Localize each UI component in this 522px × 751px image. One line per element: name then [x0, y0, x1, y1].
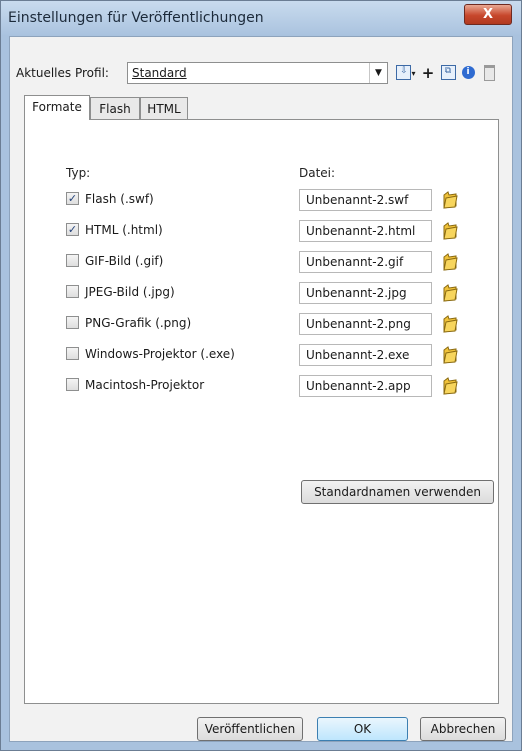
file-name-input[interactable]: Unbenannt-2.png: [299, 313, 432, 335]
format-label: Macintosh-Projektor: [85, 378, 205, 392]
format-label: JPEG-Bild (.jpg): [85, 285, 175, 299]
trash-icon[interactable]: [479, 62, 499, 84]
cancel-button[interactable]: Abbrechen: [420, 717, 506, 741]
format-row: Macintosh-Projektor Unbenannt-2.app: [66, 375, 506, 397]
title-bar: Einstellungen für Veröffentlichungen X: [1, 1, 521, 35]
publish-button[interactable]: Veröffentlichen: [197, 717, 303, 741]
file-name-input[interactable]: Unbenannt-2.jpg: [299, 282, 432, 304]
profile-label: Aktuelles Profil:: [16, 66, 109, 80]
format-label: GIF-Bild (.gif): [85, 254, 164, 268]
duplicate-profile-icon[interactable]: ⧉: [438, 62, 458, 84]
close-button[interactable]: X: [464, 4, 512, 25]
file-name-input[interactable]: Unbenannt-2.app: [299, 375, 432, 397]
tab-formate[interactable]: Formate: [24, 95, 90, 120]
format-label: Flash (.swf): [85, 192, 154, 206]
use-default-names-button[interactable]: Standardnamen verwenden: [301, 480, 494, 504]
format-row: Windows-Projektor (.exe) Unbenannt-2.exe: [66, 344, 506, 366]
format-label: HTML (.html): [85, 223, 163, 237]
info-icon[interactable]: i: [458, 62, 478, 84]
tab-flash[interactable]: Flash: [90, 97, 140, 119]
format-checkbox[interactable]: [66, 347, 79, 360]
format-row: JPEG-Bild (.jpg) Unbenannt-2.jpg: [66, 282, 506, 304]
file-name-input[interactable]: Unbenannt-2.swf: [299, 189, 432, 211]
format-checkbox[interactable]: [66, 285, 79, 298]
folder-icon[interactable]: [442, 315, 458, 333]
folder-icon[interactable]: [442, 191, 458, 209]
format-checkbox[interactable]: [66, 378, 79, 391]
folder-icon[interactable]: [442, 222, 458, 240]
chevron-down-icon: ▼: [369, 63, 387, 83]
format-label: PNG-Grafik (.png): [85, 316, 192, 330]
format-row: PNG-Grafik (.png) Unbenannt-2.png: [66, 313, 506, 335]
format-row: ✓ Flash (.swf) Unbenannt-2.swf: [66, 189, 506, 211]
format-label: Windows-Projektor (.exe): [85, 347, 235, 361]
window-title: Einstellungen für Veröffentlichungen: [8, 10, 264, 26]
folder-icon[interactable]: [442, 346, 458, 364]
file-name-input[interactable]: Unbenannt-2.exe: [299, 344, 432, 366]
format-checkbox[interactable]: ✓: [66, 192, 79, 205]
formats-panel: Typ: Datei: ✓ Flash (.swf) Unbenannt-2.s…: [24, 119, 499, 704]
ok-button[interactable]: OK: [317, 717, 408, 741]
folder-icon[interactable]: [442, 284, 458, 302]
type-header: Typ:: [66, 166, 91, 180]
profile-row: Aktuelles Profil: Standard ▼ ⇩ ▾ + ⧉ i: [16, 62, 506, 84]
import-export-icon[interactable]: ⇩ ▾: [396, 62, 416, 84]
add-profile-icon[interactable]: +: [418, 62, 438, 84]
format-checkbox[interactable]: ✓: [66, 223, 79, 236]
format-checkbox[interactable]: [66, 316, 79, 329]
format-row: GIF-Bild (.gif) Unbenannt-2.gif: [66, 251, 506, 273]
format-row: ✓ HTML (.html) Unbenannt-2.html: [66, 220, 506, 242]
profile-dropdown[interactable]: Standard ▼: [127, 62, 388, 84]
file-name-input[interactable]: Unbenannt-2.gif: [299, 251, 432, 273]
dialog-content: Aktuelles Profil: Standard ▼ ⇩ ▾ + ⧉ i Fo…: [9, 36, 513, 742]
profile-value: Standard: [132, 66, 187, 80]
folder-icon[interactable]: [442, 377, 458, 395]
format-checkbox[interactable]: [66, 254, 79, 267]
publish-settings-dialog: Einstellungen für Veröffentlichungen X A…: [0, 0, 522, 751]
tab-html[interactable]: HTML: [140, 97, 188, 119]
file-name-input[interactable]: Unbenannt-2.html: [299, 220, 432, 242]
folder-icon[interactable]: [442, 253, 458, 271]
file-header: Datei:: [299, 166, 336, 180]
